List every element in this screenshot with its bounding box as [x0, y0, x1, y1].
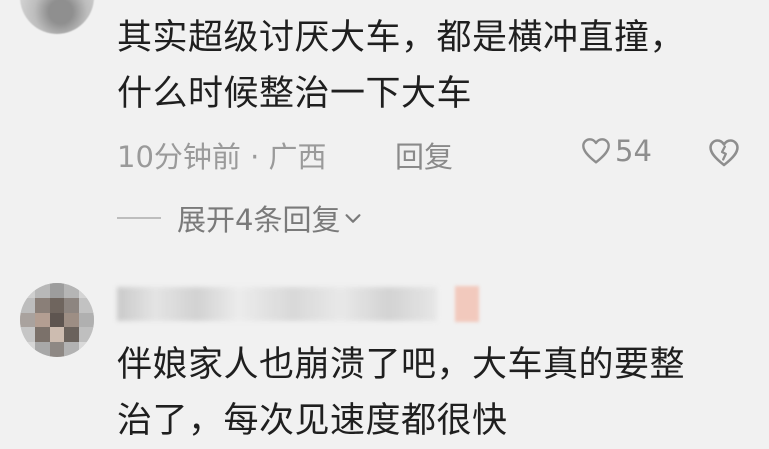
chevron-down-icon [345, 214, 361, 223]
expand-replies-button[interactable]: 展开4条回复 [117, 196, 364, 240]
expand-replies-label: 展开4条回复 [177, 203, 341, 237]
comment-text: 伴娘家人也崩溃了吧，大车真的要整 治了，每次见速度都很快 [117, 345, 686, 441]
username-blurred [117, 287, 437, 321]
heart-icon [582, 138, 610, 164]
comment-section: 其实超级讨厌大车，都是横冲直撞， 什么时候整治一下大车 10分钟前 · 广西 回… [0, 0, 769, 449]
comment-time-location: 10分钟前 · 广西 [117, 140, 327, 174]
avatar[interactable] [20, 283, 94, 357]
user-badge [455, 286, 479, 322]
like-button[interactable]: 54 [580, 134, 652, 168]
like-count: 54 [615, 134, 652, 168]
avatar[interactable] [20, 0, 94, 34]
dislike-heart-icon[interactable] [707, 136, 741, 170]
divider-line [117, 217, 161, 219]
comment-meta-row: 10分钟前 · 广西 回复 54 [117, 130, 757, 174]
comment-text: 其实超级讨厌大车，都是横冲直撞， 什么时候整治一下大车 [117, 18, 686, 114]
reply-button[interactable]: 回复 [395, 134, 453, 176]
